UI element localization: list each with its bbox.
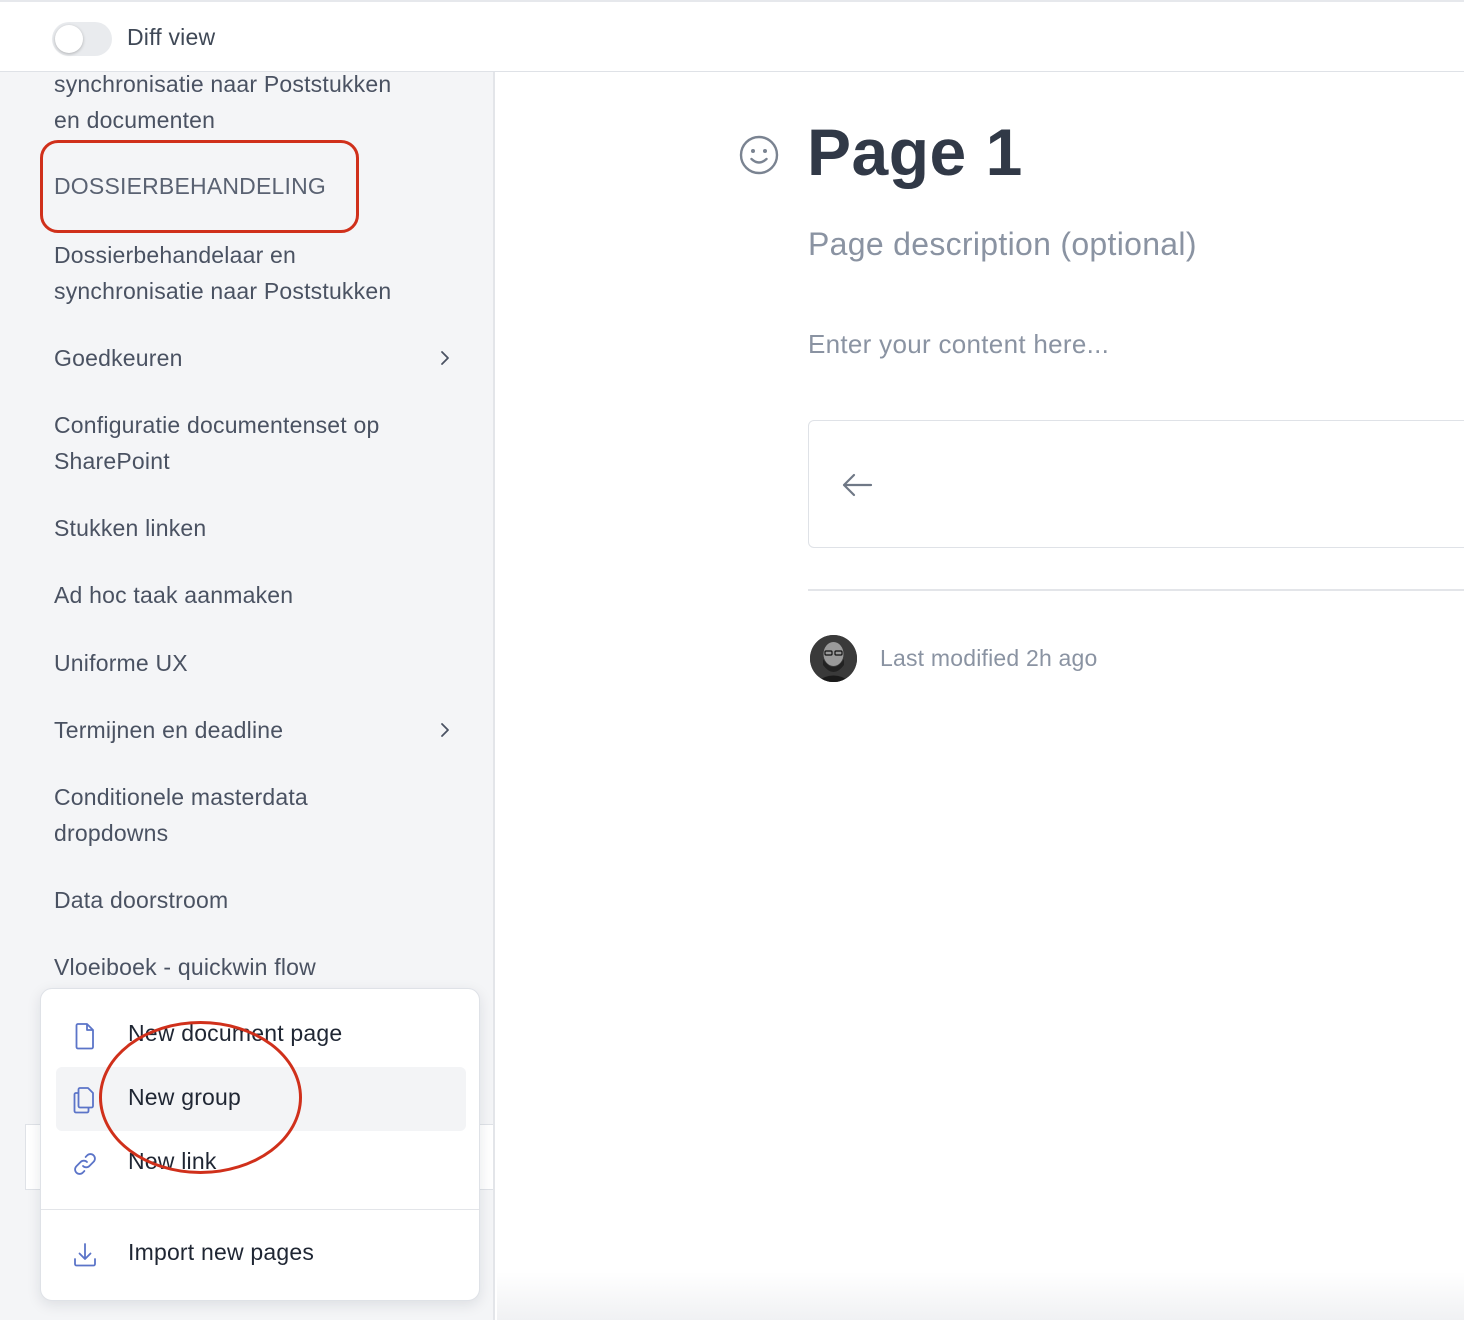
page-description-field[interactable]: Page description (optional) [808, 226, 1197, 263]
page-title[interactable]: Page 1 [807, 114, 1023, 190]
sidebar-item-goedkeuren[interactable]: Goedkeuren [54, 340, 183, 376]
sidebar-item-label-line: SharePoint [54, 448, 170, 474]
sidebar-item-conditionele-masterdata[interactable]: Conditionele masterdata dropdowns [54, 779, 308, 851]
menu-item-new-document-page[interactable]: New document page [56, 1003, 466, 1067]
sidebar-item-label-line: dropdowns [54, 820, 169, 846]
sidebar-item-configuratie-documentenset[interactable]: Configuratie documentenset op SharePoint [54, 407, 379, 479]
sidebar-item-data-doorstroom[interactable]: Data doorstroom [54, 882, 228, 918]
sidebar-item-vloeiboek[interactable]: Vloeiboek - quickwin flow [54, 949, 316, 985]
sidebar-item-label-line: Dossierbehandelaar en [54, 242, 297, 268]
sidebar-item-stukken-linken[interactable]: Stukken linken [54, 510, 206, 546]
avatar [810, 635, 857, 682]
sidebar-item-label-line: Conditionele masterdata [54, 784, 308, 810]
sidebar-item-uniforme-ux[interactable]: Uniforme UX [54, 645, 188, 681]
link-icon [70, 1149, 100, 1179]
copy-group-icon [70, 1085, 100, 1115]
sidebar-item-termijnen[interactable]: Termijnen en deadline [54, 712, 283, 748]
sidebar-item-label-line: synchronisatie naar Poststukken [54, 72, 392, 97]
diff-view-label: Diff view [127, 24, 216, 50]
menu-item-label: New document page [128, 1020, 343, 1046]
last-modified-text: Last modified 2h ago [880, 645, 1098, 671]
diff-view-toggle[interactable] [52, 22, 112, 56]
menu-item-label: New link [128, 1148, 217, 1174]
document-icon [70, 1021, 100, 1051]
previous-page-card[interactable] [808, 420, 1464, 548]
sidebar-group-heading-dossierbehandeling[interactable]: DOSSIERBEHANDELING [54, 168, 326, 204]
menu-item-label: New group [128, 1084, 242, 1110]
menu-item-new-link[interactable]: New link [56, 1131, 466, 1195]
sidebar-item-synchronisatie-documenten[interactable]: synchronisatie naar Poststukken en docum… [54, 72, 391, 138]
chevron-right-icon[interactable] [437, 722, 453, 738]
download-icon [70, 1240, 100, 1270]
content-divider [808, 589, 1464, 591]
sidebar-item-ad-hoc-taak[interactable]: Ad hoc taak aanmaken [54, 577, 293, 613]
chevron-right-icon[interactable] [437, 350, 453, 366]
menu-divider [41, 1209, 479, 1210]
menu-item-new-group[interactable]: New group [56, 1067, 466, 1131]
sidebar-item-label-line: synchronisatie naar Poststukken [54, 278, 392, 304]
toggle-knob [55, 25, 83, 53]
content-editor[interactable]: Enter your content here... [808, 329, 1109, 360]
top-bar: Diff view [0, 0, 1464, 72]
add-page-menu: New document page New group New link Imp… [40, 988, 480, 1301]
menu-item-import-new-pages[interactable]: Import new pages [56, 1222, 466, 1286]
sidebar-item-dossierbehandelaar[interactable]: Dossierbehandelaar en synchronisatie naa… [54, 237, 391, 309]
arrow-left-icon [839, 467, 875, 503]
menu-item-label: Import new pages [128, 1239, 315, 1265]
main-content: Page 1 Page description (optional) Enter… [497, 72, 1464, 1320]
sidebar-item-label-line: en documenten [54, 107, 216, 133]
smiley-icon[interactable] [738, 134, 780, 176]
sidebar-item-label-line: Configuratie documentenset op [54, 412, 380, 438]
bottom-fade [497, 1272, 1464, 1320]
